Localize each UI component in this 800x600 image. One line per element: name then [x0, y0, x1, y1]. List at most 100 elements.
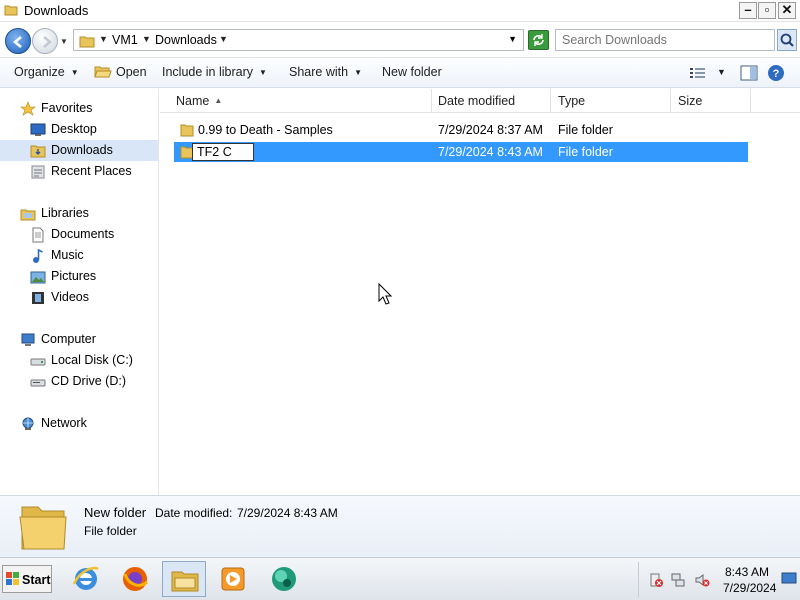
column-header-name[interactable]: Name ▲	[170, 89, 432, 113]
taskbar-windows-explorer[interactable]	[162, 561, 206, 597]
nav-videos[interactable]: Videos	[0, 287, 158, 308]
clock-time[interactable]: 8:43 AM	[725, 565, 769, 579]
open-button[interactable]: Open	[116, 65, 147, 79]
search-button[interactable]	[777, 29, 797, 51]
firefox-icon	[123, 567, 148, 591]
nav-documents[interactable]: Documents	[0, 224, 158, 245]
cd-drive-icon	[30, 379, 46, 387]
nav-cd-drive-label: CD Drive (D:)	[51, 374, 126, 388]
network-tray-icon[interactable]	[670, 572, 686, 588]
nav-network[interactable]: Network	[0, 413, 158, 434]
internet-explorer-icon	[72, 566, 99, 590]
folder-icon	[79, 36, 95, 48]
file-list[interactable]: Name ▲ Date modified Type Size 0.99 to De…	[160, 89, 800, 495]
title-bar[interactable]: Downloads – ▫ ✕	[0, 0, 800, 22]
forward-button[interactable]	[32, 28, 58, 54]
column-header-size[interactable]: Size	[672, 89, 751, 113]
nav-music-label: Music	[51, 248, 84, 262]
nav-local-disk[interactable]: Local Disk (C:)	[0, 350, 158, 371]
search-input[interactable]	[556, 30, 756, 50]
rename-input[interactable]	[192, 143, 254, 161]
breadcrumb-downloads[interactable]: Downloads	[155, 33, 217, 47]
refresh-button[interactable]	[528, 30, 549, 50]
nav-recent-places-label: Recent Places	[51, 164, 132, 178]
nav-pictures[interactable]: Pictures	[0, 266, 158, 287]
action-center-alert-icon[interactable]	[648, 572, 664, 588]
breadcrumb-arrow-icon[interactable]: ▼	[142, 34, 151, 44]
volume-muted-icon[interactable]	[694, 572, 710, 588]
command-bar: Organize ▼ Open Include in library ▼ Share…	[0, 58, 800, 88]
file-row-selected[interactable]: 7/29/2024 8:43 AM File folder	[174, 142, 748, 162]
refresh-icon	[533, 34, 544, 46]
nav-desktop-label: Desktop	[51, 122, 97, 136]
include-in-library-button[interactable]: Include in library ▼	[162, 65, 267, 79]
window-title: Downloads	[24, 3, 89, 18]
star-icon	[20, 101, 36, 116]
nav-computer-label: Computer	[41, 332, 96, 346]
column-header-type[interactable]: Type	[552, 89, 671, 113]
preview-pane-icon[interactable]	[740, 65, 758, 81]
forward-arrow-icon	[43, 36, 52, 48]
pictures-icon	[30, 271, 46, 284]
taskbar-app[interactable]	[262, 561, 306, 597]
nav-documents-label: Documents	[51, 227, 115, 241]
share-with-button[interactable]: Share with ▼	[289, 65, 362, 79]
nav-pictures-label: Pictures	[51, 269, 97, 283]
nav-desktop[interactable]: Desktop	[0, 119, 158, 140]
hard-drive-icon	[30, 358, 46, 366]
search-box[interactable]	[555, 29, 775, 51]
mouse-cursor-icon	[378, 283, 392, 305]
desktop-icon	[30, 123, 46, 136]
nav-favorites[interactable]: Favorites	[0, 98, 158, 119]
column-name-label: Name	[176, 94, 210, 108]
file-date: 7/29/2024 8:43 AM	[438, 145, 543, 159]
nav-libraries-label: Libraries	[41, 206, 89, 220]
file-row[interactable]: 0.99 to Death - Samples 7/29/2024 8:37 A…	[174, 120, 748, 140]
help-icon[interactable]: ?	[767, 64, 785, 82]
recent-pages-dropdown-icon[interactable]: ▼	[60, 37, 70, 47]
nav-cd-drive[interactable]: CD Drive (D:)	[0, 371, 158, 392]
teal-sphere-app-icon	[272, 567, 296, 591]
details-name: New folder	[84, 505, 147, 520]
maximize-button[interactable]: ▫	[758, 2, 776, 19]
chevron-down-icon: ▼	[259, 68, 267, 77]
chevron-down-icon: ▼	[70, 68, 79, 77]
details-modified-value: 7/29/2024 8:43 AM	[237, 506, 338, 520]
clock-date[interactable]: 7/29/2024	[723, 581, 776, 595]
open-folder-icon	[94, 66, 112, 78]
taskbar-internet-explorer[interactable]	[64, 561, 108, 597]
windows-explorer-icon	[171, 571, 199, 592]
libraries-icon	[20, 209, 36, 221]
address-dropdown-icon[interactable]: ▼	[508, 34, 517, 44]
view-dropdown-icon[interactable]: ▼	[717, 67, 726, 77]
view-options-icon[interactable]	[689, 66, 707, 80]
start-button[interactable]: Start	[2, 565, 52, 593]
breadcrumb-arrow-icon[interactable]: ▼	[219, 34, 228, 44]
close-button[interactable]: ✕	[778, 2, 796, 19]
back-button[interactable]	[5, 28, 31, 54]
start-label: Start	[22, 573, 51, 587]
file-type: File folder	[558, 123, 613, 137]
nav-network-label: Network	[41, 416, 87, 430]
taskbar-firefox[interactable]	[113, 561, 157, 597]
nav-libraries[interactable]: Libraries	[0, 203, 158, 224]
organize-button[interactable]: Organize ▼	[14, 65, 79, 79]
nav-computer[interactable]: Computer	[0, 329, 158, 350]
nav-recent-places[interactable]: Recent Places	[0, 161, 158, 182]
nav-downloads[interactable]: Downloads	[0, 140, 158, 161]
network-icon	[22, 417, 34, 430]
show-desktop-icon[interactable]	[781, 572, 797, 586]
minimize-button[interactable]: –	[739, 2, 757, 19]
breadcrumb-arrow-icon[interactable]: ▼	[99, 34, 108, 44]
nav-downloads-label: Downloads	[51, 143, 113, 157]
navigation-pane: Favorites Desktop Downloads Recent Place…	[0, 89, 159, 495]
breadcrumb-vm1[interactable]: VM1	[112, 33, 138, 47]
column-header-date-modified[interactable]: Date modified	[432, 89, 551, 113]
recent-places-icon	[31, 165, 45, 179]
folder-icon	[180, 124, 194, 137]
nav-music[interactable]: Music	[0, 245, 158, 266]
breadcrumb[interactable]: ▼ VM1 ▼ Downloads ▼ ▼	[73, 29, 524, 51]
new-folder-button[interactable]: New folder	[382, 65, 442, 79]
nav-favorites-label: Favorites	[41, 101, 93, 115]
taskbar-media-player[interactable]	[211, 561, 255, 597]
